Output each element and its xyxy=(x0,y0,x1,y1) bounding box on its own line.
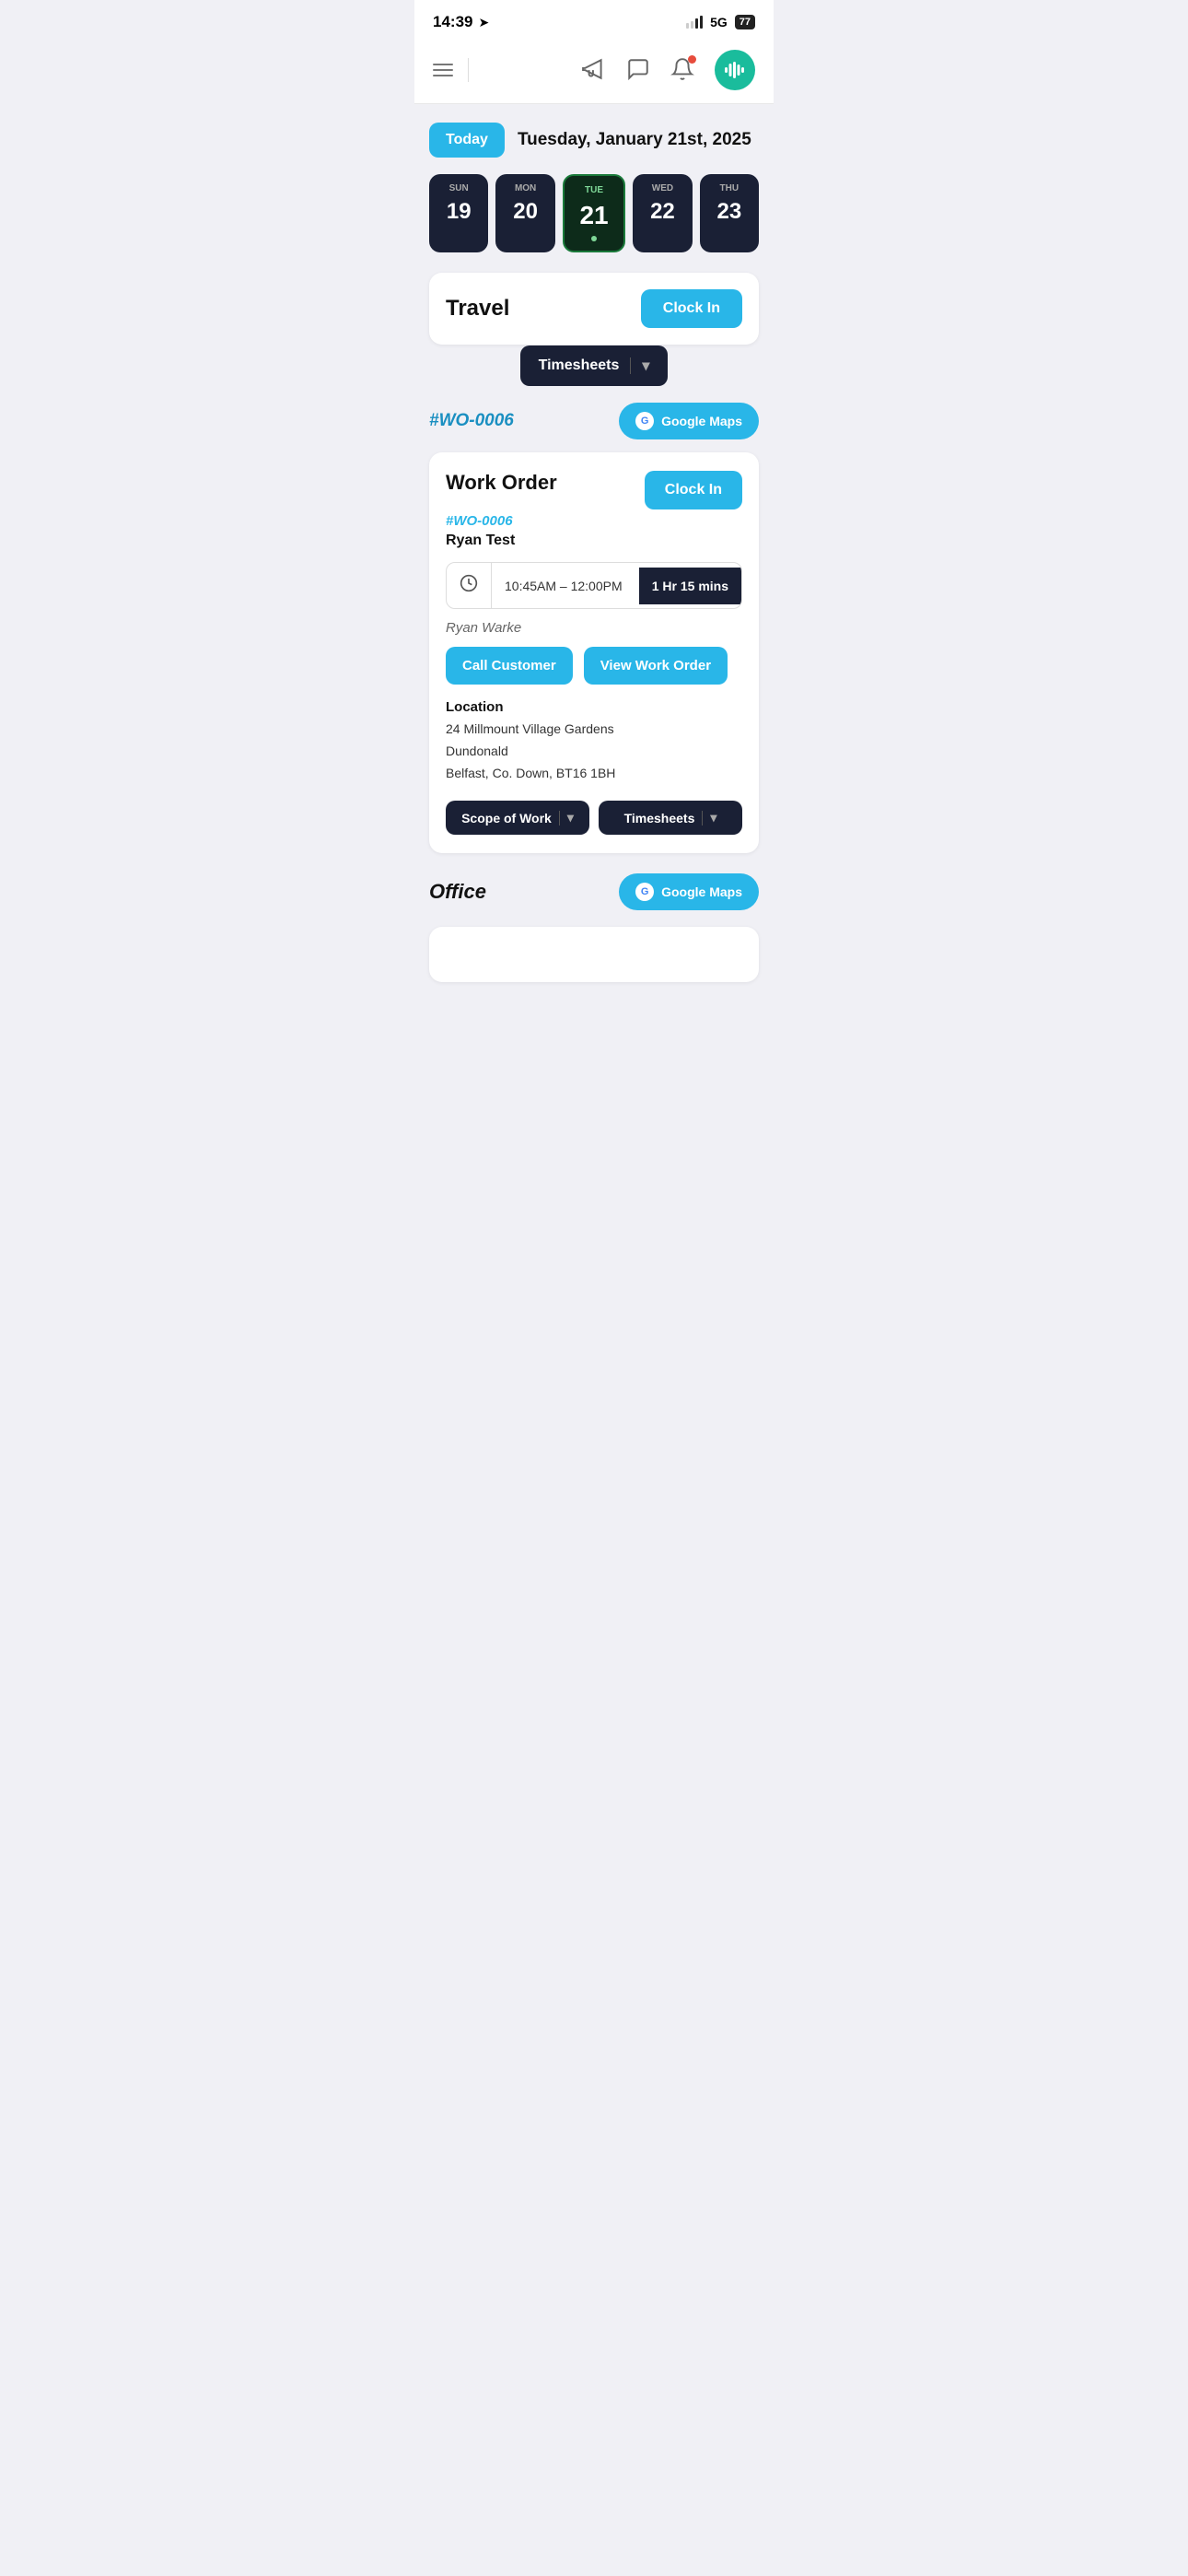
notifications-button[interactable] xyxy=(670,57,694,84)
calendar-day-sun[interactable]: SUN 19 xyxy=(429,174,488,252)
calendar-row: SUN 19 MON 20 TUE 21 WED 22 THU 23 xyxy=(429,174,759,252)
chat-button[interactable] xyxy=(626,57,650,84)
wo-card-title: Work Order xyxy=(446,471,557,495)
date-header: Today Tuesday, January 21st, 2025 xyxy=(429,123,759,158)
menu-button[interactable] xyxy=(433,64,453,76)
travel-card: Travel Clock In xyxy=(429,273,759,345)
megaphone-icon xyxy=(582,57,606,81)
google-maps-label-1: Google Maps xyxy=(661,414,742,428)
timesheets-arrow-icon: ▾ xyxy=(642,357,649,375)
day-name: SUN xyxy=(433,183,484,193)
google-icon-1: G xyxy=(635,412,654,430)
google-maps-button-1[interactable]: G Google Maps xyxy=(619,403,759,439)
today-button[interactable]: Today xyxy=(429,123,505,158)
wo-header-row: #WO-0006 G Google Maps xyxy=(429,403,759,439)
location-line3: Belfast, Co. Down, BT16 1BH xyxy=(446,763,742,785)
status-bar: 14:39 ➤ 5G 77 xyxy=(414,0,774,39)
chat-icon xyxy=(626,57,650,81)
calendar-day-thu[interactable]: THU 23 xyxy=(700,174,759,252)
selected-dot xyxy=(568,236,620,241)
avatar-button[interactable] xyxy=(715,50,755,90)
action-buttons: Call Customer View Work Order xyxy=(446,647,742,685)
nav-divider xyxy=(468,58,469,82)
wo-clock-in-button[interactable]: Clock In xyxy=(645,471,742,509)
google-maps-button-2[interactable]: G Google Maps xyxy=(619,873,759,910)
day-name: TUE xyxy=(568,185,620,195)
timesheets-label: Timesheets xyxy=(539,357,620,374)
bottom-card-placeholder xyxy=(429,927,759,982)
google-maps-label-2: Google Maps xyxy=(661,884,742,899)
announcements-button[interactable] xyxy=(582,57,606,84)
day-num: 21 xyxy=(568,201,620,230)
battery-icon: 77 xyxy=(735,15,755,29)
nav-icons xyxy=(582,50,755,90)
notification-badge xyxy=(688,55,696,64)
day-num: 19 xyxy=(433,199,484,225)
waveform-icon xyxy=(725,62,745,78)
scope-of-work-label: Scope of Work xyxy=(461,811,552,825)
calendar-day-tue[interactable]: TUE 21 xyxy=(563,174,625,252)
scope-divider xyxy=(559,811,560,825)
timesheets-card-divider xyxy=(702,811,703,825)
timesheets-bar: Timesheets ▾ xyxy=(429,345,759,386)
network-type: 5G xyxy=(710,15,728,29)
calendar-day-wed[interactable]: WED 22 xyxy=(633,174,692,252)
day-name: THU xyxy=(704,183,755,193)
wo-number-label: #WO-0006 xyxy=(429,411,514,431)
timesheets-card-label: Timesheets xyxy=(624,811,695,825)
current-date: Tuesday, January 21st, 2025 xyxy=(518,130,751,150)
travel-title: Travel xyxy=(446,296,509,322)
location-arrow-icon: ➤ xyxy=(478,15,489,30)
card-bottom-bar: Scope of Work ▾ Timesheets ▾ xyxy=(446,801,742,835)
technician-name: Ryan Warke xyxy=(446,620,742,636)
clock-icon xyxy=(447,563,492,608)
day-name: WED xyxy=(636,183,688,193)
wo-card-number: #WO-0006 xyxy=(446,513,742,529)
location-label: Location xyxy=(446,699,742,715)
location-section: Location 24 Millmount Village Gardens Du… xyxy=(446,699,742,784)
signal-icon xyxy=(686,16,703,29)
wo-card-customer: Ryan Test xyxy=(446,533,742,549)
day-num: 20 xyxy=(499,199,551,225)
main-content: Today Tuesday, January 21st, 2025 SUN 19… xyxy=(414,104,774,1001)
time-duration: 1 Hr 15 mins xyxy=(639,568,741,604)
time-slot: 10:45AM – 12:00PM 1 Hr 15 mins xyxy=(446,562,742,609)
scope-of-work-dropdown-button[interactable]: Scope of Work ▾ xyxy=(446,801,589,835)
day-num: 22 xyxy=(636,199,688,225)
day-name: MON xyxy=(499,183,551,193)
status-time: 14:39 xyxy=(433,13,472,31)
call-customer-button[interactable]: Call Customer xyxy=(446,647,573,685)
timesheets-card-arrow-icon: ▾ xyxy=(710,810,716,825)
day-num: 23 xyxy=(704,199,755,225)
timesheets-divider xyxy=(630,357,631,374)
travel-clock-in-button[interactable]: Clock In xyxy=(641,289,742,328)
timesheets-card-dropdown-button[interactable]: Timesheets ▾ xyxy=(599,801,742,835)
calendar-day-mon[interactable]: MON 20 xyxy=(495,174,554,252)
office-label: Office xyxy=(429,880,486,904)
timesheets-dropdown-button[interactable]: Timesheets ▾ xyxy=(520,345,669,386)
time-range: 10:45AM – 12:00PM xyxy=(492,568,639,604)
office-row: Office G Google Maps xyxy=(429,870,759,927)
view-work-order-button[interactable]: View Work Order xyxy=(584,647,728,685)
top-nav xyxy=(414,39,774,104)
google-icon-2: G xyxy=(635,883,654,901)
work-order-card: Work Order Clock In #WO-0006 Ryan Test 1… xyxy=(429,452,759,853)
location-line2: Dundonald xyxy=(446,741,742,763)
location-line1: 24 Millmount Village Gardens xyxy=(446,719,742,741)
scope-arrow-icon: ▾ xyxy=(567,810,574,825)
